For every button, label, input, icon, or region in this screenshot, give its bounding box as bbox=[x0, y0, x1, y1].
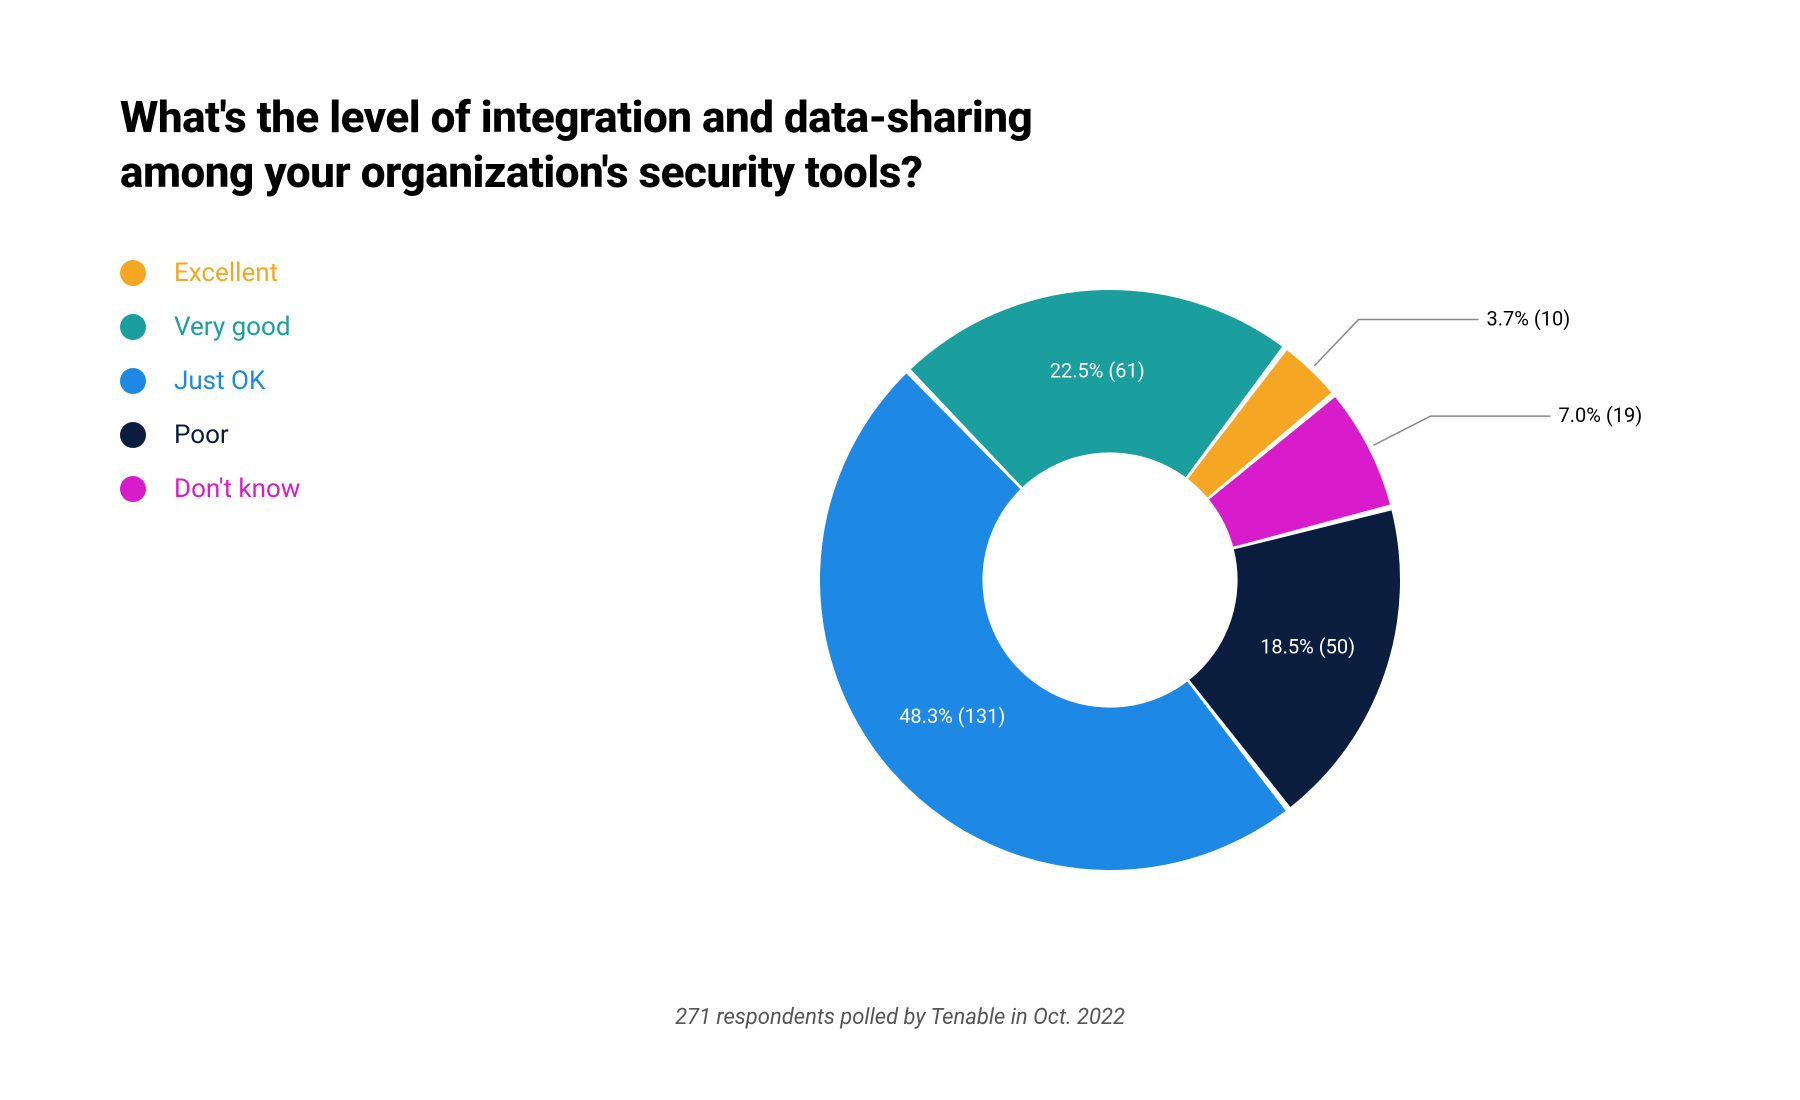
legend-label: Don't know bbox=[174, 476, 300, 502]
chart-footer: 271 respondents polled by Tenable in Oct… bbox=[0, 1005, 1800, 1030]
slice-label: 18.5% (50) bbox=[1260, 634, 1355, 658]
legend-swatch bbox=[120, 314, 146, 340]
chart-area: 22.5% (61) 3.7% (10) 7.0% (19) 18.5% (50) 48… bbox=[540, 250, 1680, 950]
legend-swatch bbox=[120, 260, 146, 286]
chart-page: What's the level of integration and data… bbox=[0, 0, 1800, 1100]
legend: Excellent Very good Just OK Poor Don't know bbox=[120, 250, 540, 530]
content-row: ExcellentVery goodJust OKPoorDon't know … bbox=[120, 250, 1680, 950]
donut-chart: 22.5% (61) 3.7% (10) 7.0% (19) 18.5% (50) 48… bbox=[760, 220, 1660, 940]
legend-label: Excellent bbox=[174, 260, 278, 286]
slice-label: 7.0% (19) bbox=[1559, 403, 1643, 427]
legend-swatch bbox=[120, 368, 146, 394]
callout-line bbox=[1314, 320, 1478, 366]
callout-line bbox=[1374, 416, 1551, 445]
legend-label: Poor bbox=[174, 422, 229, 448]
slice-label: 48.3% (131) bbox=[899, 704, 1005, 728]
chart-title: What's the level of integration and data… bbox=[120, 90, 1120, 200]
legend-swatch bbox=[120, 422, 146, 448]
legend-swatch bbox=[120, 476, 146, 502]
legend-item: Excellent bbox=[120, 260, 540, 286]
slice-label: 22.5% (61) bbox=[1050, 359, 1145, 383]
legend-item: Poor bbox=[120, 422, 540, 448]
legend-item: Don't know bbox=[120, 476, 540, 502]
slice-label: 3.7% (10) bbox=[1487, 307, 1571, 331]
legend-label: Just OK bbox=[174, 368, 265, 394]
legend-item: Just OK bbox=[120, 368, 540, 394]
legend-label: Very good bbox=[174, 314, 291, 340]
legend-item: Very good bbox=[120, 314, 540, 340]
